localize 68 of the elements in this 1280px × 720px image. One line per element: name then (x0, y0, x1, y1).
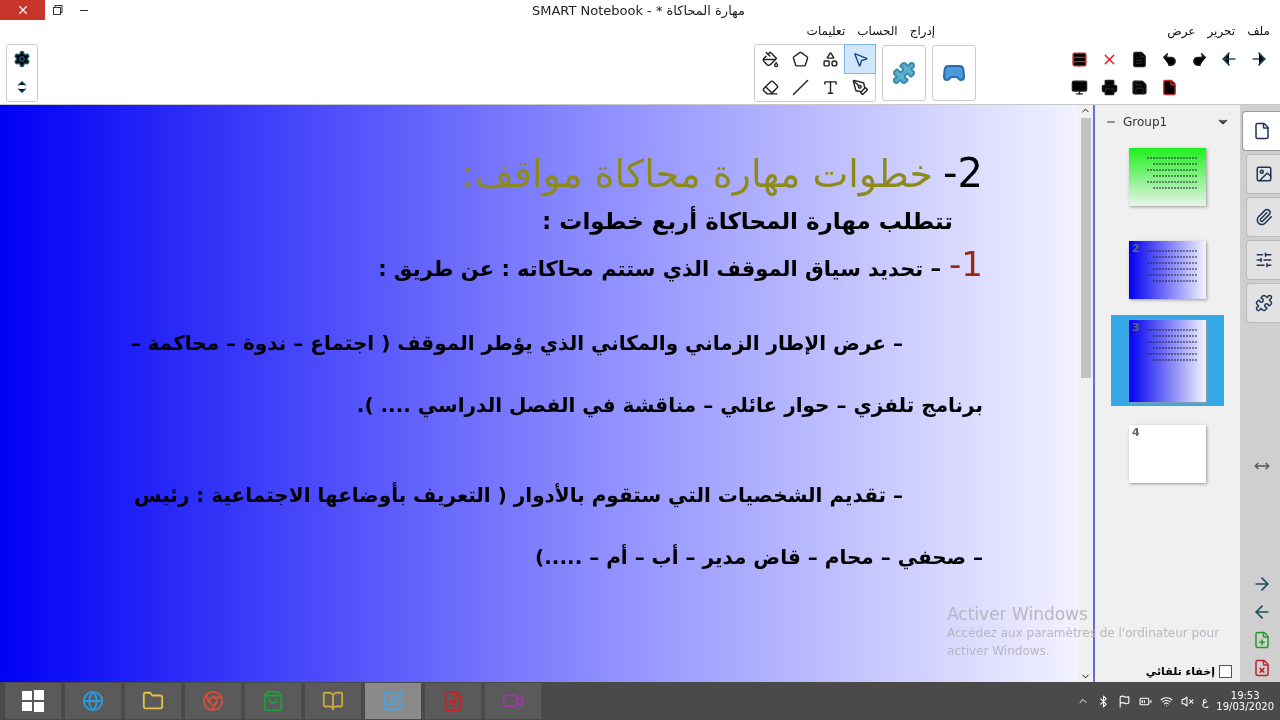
folder-icon (142, 690, 164, 712)
file-icon (1160, 78, 1178, 96)
line-icon (791, 78, 809, 96)
book-taskbar-button[interactable] (305, 683, 361, 719)
menu-item[interactable]: ملف (1241, 24, 1276, 38)
page-icon (1252, 122, 1271, 140)
page-tab[interactable] (1242, 111, 1280, 151)
save-icon (1130, 78, 1148, 96)
page-thumbnail[interactable]: 4 (1111, 408, 1224, 499)
menu-item[interactable]: إدراج (903, 24, 942, 38)
activation-title: Activer Windows (947, 604, 1089, 624)
properties-tab[interactable] (1246, 240, 1280, 280)
step-text: – تحديد سياق الموقف الذي ستتم محاكاته : عن طريق : (378, 257, 942, 281)
delete-page-icon (1253, 659, 1271, 677)
group-name[interactable]: Group1 (1123, 115, 1210, 129)
image-icon (1254, 165, 1273, 183)
minimize-icon (79, 8, 89, 12)
restore-icon (53, 5, 63, 15)
addons-tab[interactable] (1246, 283, 1280, 323)
language-indicator[interactable]: ع (1201, 694, 1209, 708)
auto-hide-checkbox[interactable]: إخفاء تلقائي (1145, 665, 1232, 678)
menu-item[interactable]: تحرير (1201, 24, 1242, 38)
explorer-taskbar-button[interactable] (125, 683, 181, 719)
globe-icon (82, 690, 104, 712)
menu-item[interactable]: الحساب (851, 24, 904, 38)
screen-icon (1070, 78, 1088, 96)
print-icon (1100, 78, 1118, 96)
paint-bucket-icon (761, 50, 779, 68)
network-icon (1159, 694, 1173, 708)
pointer-icon (851, 50, 869, 68)
heading-number: 2- (943, 149, 983, 198)
puzzle-icon (892, 61, 916, 85)
text-icon (821, 78, 839, 96)
step-number: 1- (949, 244, 983, 284)
window-title: مهارة المحاكاة * - SMART Notebook (530, 2, 747, 18)
addons-button[interactable] (882, 45, 926, 101)
menu-item[interactable]: تعليمات (800, 24, 852, 38)
sliders-icon (1254, 251, 1273, 269)
select-tool-button[interactable] (845, 45, 875, 73)
gallery-tab[interactable] (1246, 154, 1280, 194)
clock-date: 19/03/2020 (1216, 701, 1274, 712)
slide-paragraph: – تقديم الشخصيات التي ستقوم بالأدوار ( التعريف بأوضاعها الاجتماعية : رئيس – صحفي – محام – قاض مدير – أب – أم – .....) (132, 481, 983, 572)
puzzle-icon (1254, 294, 1273, 312)
shapes-icon (821, 50, 839, 68)
add-page-icon (1253, 631, 1271, 649)
paperclip-icon (1254, 208, 1273, 226)
eraser-icon (761, 78, 779, 96)
slide-heading: خطوات مهارة محاكاة مواقف: (461, 151, 934, 199)
pentagon-icon (791, 50, 809, 68)
scrollbar-thumb[interactable] (1080, 118, 1091, 378)
activity-button[interactable] (932, 45, 976, 101)
bag-icon (262, 690, 284, 712)
browser-icon (202, 690, 224, 712)
document-icon (442, 690, 464, 712)
attachments-tab[interactable] (1246, 197, 1280, 237)
settings-icon (13, 50, 31, 68)
pen-icon (851, 78, 869, 96)
menu-item[interactable]: عرض (1161, 24, 1202, 38)
page-icon (1130, 50, 1148, 68)
start-button[interactable] (5, 683, 61, 719)
slide-paragraph: – عرض الإطار الزماني والمكاني الذي يؤطر الموقف ( اجتماع – ندوة – محاكمة – برنامج تلفزي – حوار عائلي – مناقشة في الفصل الدراسي .... ). (130, 330, 983, 420)
clock-time: 19:53 (1230, 690, 1260, 701)
notebook-icon (382, 690, 404, 712)
windows-logo (22, 690, 44, 712)
flag-icon (1117, 694, 1131, 708)
book-icon (322, 690, 344, 712)
volume-icon (1180, 694, 1194, 708)
slide-text: تتطلب مهارة المحاكاة أربع خطوات : (541, 208, 953, 234)
